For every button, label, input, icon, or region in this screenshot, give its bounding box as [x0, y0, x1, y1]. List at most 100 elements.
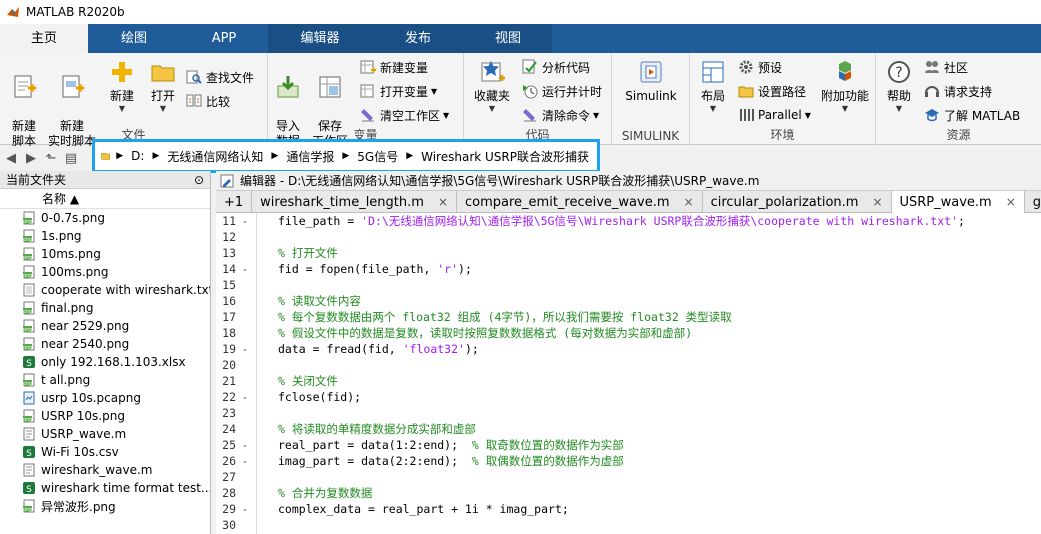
favorites-button[interactable]: 收藏夹 ▼: [470, 59, 514, 114]
editor-tab[interactable]: getExte: [1025, 191, 1041, 213]
parallel-button[interactable]: Parallel ▼: [738, 105, 811, 125]
breakpoint-marker[interactable]: [236, 277, 254, 293]
clear-workspace-button[interactable]: 清空工作区 ▼: [360, 105, 449, 125]
learn-matlab-button[interactable]: 了解 MATLAB: [924, 105, 1020, 125]
breakpoint-marker[interactable]: -: [236, 261, 254, 277]
analyze-code-button[interactable]: 分析代码: [522, 57, 590, 77]
breadcrumb[interactable]: ▶ D: ▶ 无线通信网络认知 ▶ 通信学报 ▶ 5G信号 ▶ Wireshar…: [92, 139, 600, 173]
code-line[interactable]: 30: [216, 517, 1041, 533]
file-item[interactable]: cooperate with wireshark.txt: [0, 281, 210, 299]
code-area[interactable]: 11- file_path = 'D:\无线通信网络认知\通信学报\5G信号\Wi…: [216, 213, 1041, 534]
code-line[interactable]: 25- real_part = data(1:2:end); % 取奇数位置的数据…: [216, 437, 1041, 453]
tab-plots[interactable]: 绘图: [88, 24, 180, 53]
open-button[interactable]: 打开 ▼: [146, 59, 180, 114]
back-icon[interactable]: ◀: [2, 149, 20, 167]
breakpoint-marker[interactable]: [236, 517, 254, 533]
editor-tab[interactable]: wireshark_time_length.m ×: [252, 191, 457, 213]
find-files-button[interactable]: 查找文件: [186, 67, 254, 87]
file-item[interactable]: png 异常波形.png: [0, 497, 210, 515]
code-line[interactable]: 11- file_path = 'D:\无线通信网络认知\通信学报\5G信号\Wi…: [216, 213, 1041, 229]
breakpoint-marker[interactable]: [236, 229, 254, 245]
close-tab-icon[interactable]: ×: [438, 195, 448, 209]
code-line[interactable]: 20: [216, 357, 1041, 373]
file-item[interactable]: USRP_wave.m: [0, 425, 210, 443]
close-tab-icon[interactable]: ×: [1006, 195, 1016, 209]
breakpoint-marker[interactable]: [236, 325, 254, 341]
breakpoint-marker[interactable]: [236, 485, 254, 501]
file-item[interactable]: png 0-0.7s.png: [0, 209, 210, 227]
breakpoint-marker[interactable]: [236, 405, 254, 421]
code-line[interactable]: 12: [216, 229, 1041, 245]
code-line[interactable]: 21 % 关闭文件: [216, 373, 1041, 389]
code-line[interactable]: 28 % 合并为复数数据: [216, 485, 1041, 501]
breakpoint-marker[interactable]: -: [236, 501, 254, 517]
preferences-button[interactable]: 预设: [738, 57, 782, 77]
code-line[interactable]: 26- imag_part = data(2:2:end); % 取偶数位置的数据…: [216, 453, 1041, 469]
tab-editor[interactable]: 编辑器: [268, 24, 372, 53]
code-line[interactable]: 29- complex_data = real_part + 1i * imag_…: [216, 501, 1041, 517]
breadcrumb-item[interactable]: 无线通信网络认知: [167, 148, 263, 165]
editor-tab[interactable]: +1: [216, 191, 253, 213]
community-button[interactable]: 社区: [924, 57, 968, 77]
forward-icon[interactable]: ▶: [22, 149, 40, 167]
code-line[interactable]: 13 % 打开文件: [216, 245, 1041, 261]
browse-folder-icon[interactable]: ▤: [62, 149, 80, 167]
breakpoint-marker[interactable]: [236, 245, 254, 261]
help-button[interactable]: ? 帮助 ▼: [880, 59, 918, 114]
editor-tab[interactable]: compare_emit_receive_wave.m ×: [457, 191, 703, 213]
breakpoint-marker[interactable]: -: [236, 341, 254, 357]
simulink-button[interactable]: Simulink: [618, 59, 684, 104]
request-support-button[interactable]: 请求支持: [924, 81, 992, 101]
file-item[interactable]: png 1s.png: [0, 227, 210, 245]
code-line[interactable]: 14- fid = fopen(file_path, 'r');: [216, 261, 1041, 277]
close-tab-icon[interactable]: ×: [872, 195, 882, 209]
code-line[interactable]: 27: [216, 469, 1041, 485]
code-line[interactable]: 18 % 假设文件中的数据是复数，读取时按照复数数据格式 (每对数据为实部和虚部): [216, 325, 1041, 341]
code-line[interactable]: 19- data = fread(fid, 'float32');: [216, 341, 1041, 357]
breakpoint-marker[interactable]: [236, 357, 254, 373]
code-line[interactable]: 22- fclose(fid);: [216, 389, 1041, 405]
tab-publish[interactable]: 发布: [372, 24, 464, 53]
code-line[interactable]: 15: [216, 277, 1041, 293]
clear-commands-button[interactable]: 清除命令 ▼: [522, 105, 599, 125]
breadcrumb-root[interactable]: D:: [131, 149, 144, 163]
file-item[interactable]: png 100ms.png: [0, 263, 210, 281]
breadcrumb-item[interactable]: 5G信号: [357, 148, 398, 165]
compare-button[interactable]: 比较: [186, 91, 230, 111]
up-folder-icon[interactable]: ⬑: [42, 149, 60, 167]
code-line[interactable]: 24 % 将读取的单精度数据分成实部和虚部: [216, 421, 1041, 437]
tab-apps[interactable]: APP: [180, 24, 268, 53]
breadcrumb-item[interactable]: Wireshark USRP联合波形捕获: [421, 148, 589, 165]
file-item[interactable]: wireshark_wave.m: [0, 461, 210, 479]
file-item[interactable]: usrp 10s.pcapng: [0, 389, 210, 407]
file-item[interactable]: png final.png: [0, 299, 210, 317]
editor-tab[interactable]: circular_polarization.m ×: [703, 191, 892, 213]
close-tab-icon[interactable]: ×: [684, 195, 694, 209]
file-item[interactable]: S Wi-Fi 10s.csv: [0, 443, 210, 461]
breakpoint-marker[interactable]: [236, 373, 254, 389]
name-column-header[interactable]: 名称 ▲: [0, 189, 210, 209]
addons-button[interactable]: 附加功能 ▼: [818, 59, 872, 114]
breakpoint-marker[interactable]: -: [236, 437, 254, 453]
file-item[interactable]: png t all.png: [0, 371, 210, 389]
file-item[interactable]: png USRP 10s.png: [0, 407, 210, 425]
breakpoint-marker[interactable]: -: [236, 389, 254, 405]
open-variable-button[interactable]: 打开变量 ▼: [360, 81, 437, 101]
breakpoint-marker[interactable]: [236, 421, 254, 437]
tab-view[interactable]: 视图: [464, 24, 552, 53]
code-line[interactable]: 16 % 读取文件内容: [216, 293, 1041, 309]
code-line[interactable]: 23: [216, 405, 1041, 421]
set-path-button[interactable]: 设置路径: [738, 81, 806, 101]
breakpoint-marker[interactable]: [236, 293, 254, 309]
code-line[interactable]: 17 % 每个复数数据由两个 float32 组成 (4字节)，所以我们需要按 f…: [216, 309, 1041, 325]
run-and-time-button[interactable]: 运行并计时: [522, 81, 602, 101]
breadcrumb-item[interactable]: 通信学报: [286, 148, 334, 165]
file-item[interactable]: Sonly 192.168.1.103.xlsx: [0, 353, 210, 371]
breakpoint-marker[interactable]: -: [236, 213, 254, 229]
layout-button[interactable]: 布局 ▼: [694, 59, 732, 114]
file-item[interactable]: png 10ms.png: [0, 245, 210, 263]
file-item[interactable]: png near 2540.png: [0, 335, 210, 353]
breakpoint-marker[interactable]: -: [236, 453, 254, 469]
breakpoint-marker[interactable]: [236, 469, 254, 485]
file-item[interactable]: Swireshark time format test....: [0, 479, 210, 497]
